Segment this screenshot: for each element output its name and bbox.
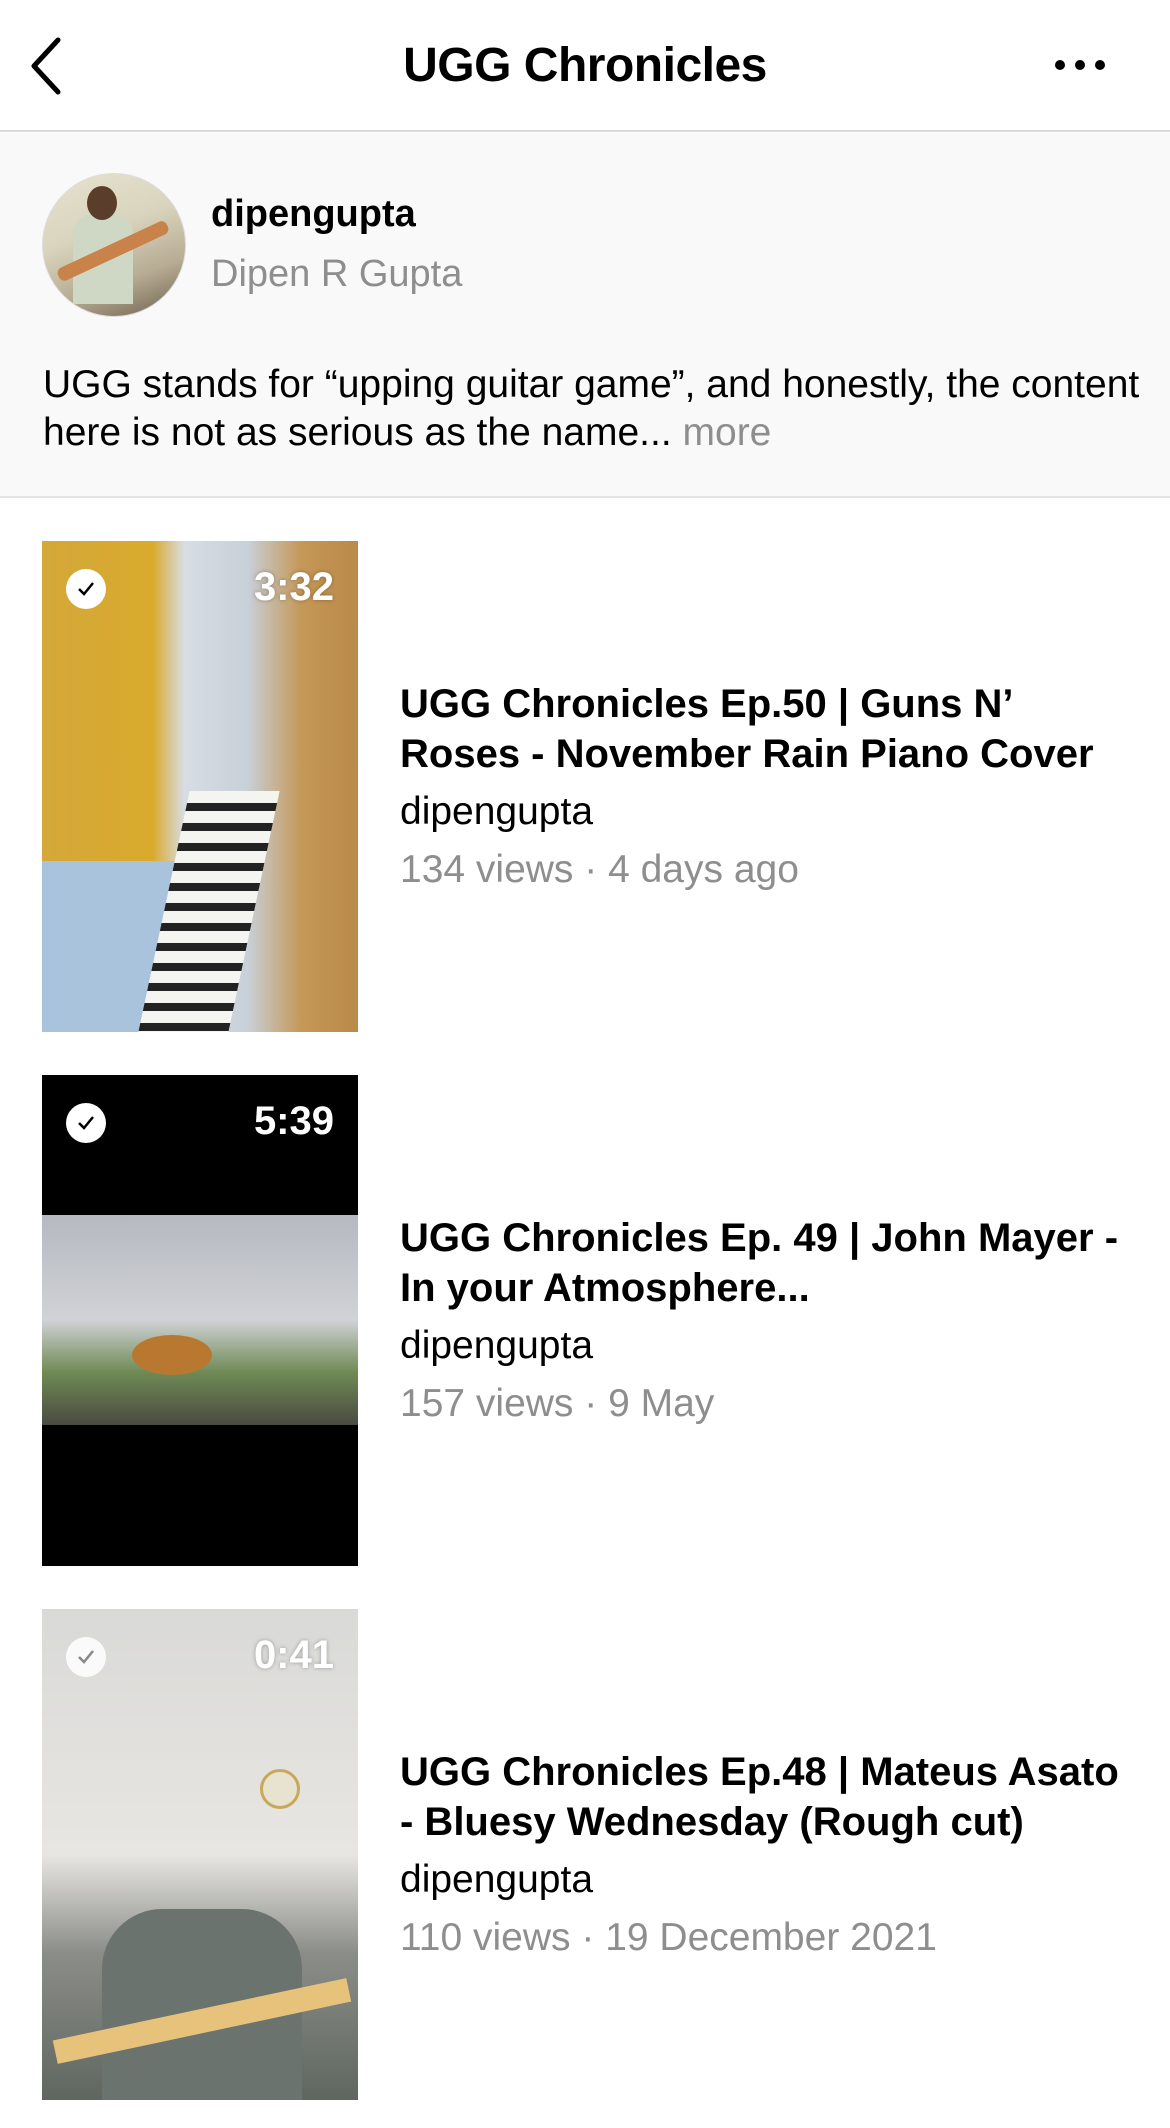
video-item[interactable]: 5:39 UGG Chronicles Ep. 49 | John Mayer …: [0, 1075, 1170, 1567]
video-thumbnail[interactable]: 5:39: [42, 1075, 358, 1566]
video-title[interactable]: UGG Chronicles Ep.50 | Guns N’ Roses - N…: [400, 679, 1130, 779]
watched-check-icon: [66, 569, 106, 609]
video-channel[interactable]: dipengupta: [400, 1855, 1130, 1905]
video-item[interactable]: 3:32 UGG Chronicles Ep.50 | Guns N’ Rose…: [0, 541, 1170, 1033]
ellipsis-icon: [1055, 60, 1105, 70]
video-thumbnail[interactable]: 3:32: [42, 541, 358, 1032]
avatar[interactable]: [42, 173, 186, 317]
video-title[interactable]: UGG Chronicles Ep. 49 | John Mayer - In …: [400, 1213, 1130, 1313]
top-bar: UGG Chronicles: [0, 0, 1170, 132]
watched-check-icon: [66, 1103, 106, 1143]
series-profile: dipengupta Dipen R Gupta UGG stands for …: [0, 133, 1170, 498]
video-channel[interactable]: dipengupta: [400, 1321, 1130, 1371]
duration-badge: 3:32: [253, 565, 334, 609]
full-name: Dipen R Gupta: [211, 253, 463, 295]
description: UGG stands for “upping guitar game”, and…: [43, 361, 1143, 457]
watched-check-icon: [66, 1637, 106, 1677]
duration-badge: 0:41: [253, 1633, 334, 1677]
video-meta: 157 views · 9 May: [400, 1382, 715, 1425]
video-item[interactable]: 0:41 UGG Chronicles Ep.48 | Mateus Asato…: [0, 1609, 1170, 2101]
duration-badge: 5:39: [253, 1099, 334, 1143]
more-link[interactable]: more: [683, 411, 772, 454]
video-thumbnail[interactable]: 0:41: [42, 1609, 358, 2100]
video-meta: 110 views · 19 December 2021: [400, 1916, 937, 1959]
page-title: UGG Chronicles: [403, 39, 767, 92]
description-text: UGG stands for “upping guitar game”, and…: [43, 363, 1140, 454]
username[interactable]: dipengupta: [211, 193, 416, 236]
more-options-button[interactable]: [1050, 50, 1110, 80]
video-title[interactable]: UGG Chronicles Ep.48 | Mateus Asato - Bl…: [400, 1747, 1130, 1847]
video-channel[interactable]: dipengupta: [400, 787, 1130, 837]
video-meta: 134 views · 4 days ago: [400, 848, 799, 891]
